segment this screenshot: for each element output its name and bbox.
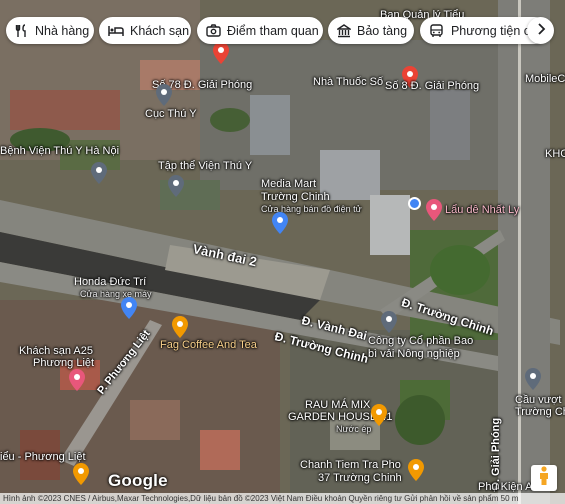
place-label: Tập thể Viện Thú Y — [158, 160, 253, 172]
pegman-icon — [538, 465, 550, 491]
place-label: Khách sạn A25 — [19, 345, 94, 357]
place-pin-blue-icon[interactable] — [272, 212, 288, 234]
place-pin-pink-icon[interactable] — [426, 199, 442, 221]
place-pin-orange-icon[interactable] — [408, 459, 424, 481]
map-attribution: Hình ảnh ©2023 CNES / Airbus,Maxar Techn… — [0, 493, 565, 504]
place-label: Fag Coffee And Tea — [160, 339, 257, 351]
place-label: MobileCity — [525, 73, 565, 85]
place-label: Số 8 Đ. Giải Phóng — [385, 80, 480, 92]
satellite-map[interactable]: Vành đai 2 Đ. Trường Chinh Đ. Vành Đai Đ… — [0, 0, 565, 504]
location-dot — [408, 197, 421, 210]
chip-label: Khách sạn — [130, 23, 190, 38]
google-logo: Google — [108, 471, 168, 490]
place-label: Chanh Tiem Tra Pho — [300, 459, 401, 471]
chip-hotels[interactable]: Khách sạn — [99, 17, 191, 44]
place-pin-blue-icon[interactable] — [121, 297, 137, 319]
place-label: Phụ Kiện A — [478, 481, 533, 493]
place-label: Lẩu dê Nhất Ly — [445, 204, 520, 216]
place-pin-red-icon[interactable] — [213, 42, 229, 64]
camera-icon — [206, 23, 221, 39]
chip-restaurants[interactable]: Nhà hàng — [6, 17, 94, 44]
place-sublabel: Cửa hàng xe máy — [80, 289, 152, 299]
place-pin-gray-icon[interactable] — [168, 175, 184, 197]
place-pin-pink-icon[interactable] — [69, 369, 85, 391]
place-label: Phương Liệt — [33, 357, 95, 369]
chip-attractions[interactable]: Điểm tham quan — [197, 17, 323, 44]
place-label: Media Mart — [261, 178, 317, 190]
satellite-imagery — [0, 0, 565, 504]
place-label: Cục Thú Y — [145, 108, 197, 120]
road-label-giai-phong: Đ. Giải Phóng — [490, 417, 502, 490]
chevron-right-icon — [536, 22, 546, 40]
place-pin-gray-icon[interactable] — [156, 84, 172, 106]
chip-label: Bảo tàng — [357, 23, 408, 38]
place-label: Trường Ch — [515, 406, 565, 418]
place-label: Cầu vượt — [515, 394, 562, 406]
place-label: Honda Đức Trí — [74, 276, 147, 288]
place-sublabel: Nước ép — [336, 424, 372, 434]
more-categories-button[interactable] — [527, 17, 554, 44]
place-pin-gray-icon[interactable] — [525, 368, 541, 390]
place-label: Nhà Thuốc Số — [313, 76, 384, 88]
chip-label: Điểm tham quan — [227, 23, 319, 38]
place-label: Trường Chinh — [261, 191, 330, 203]
place-label: bì vải Nông nghiệp — [368, 348, 460, 360]
place-pin-orange-icon[interactable] — [371, 404, 387, 426]
place-label: iểu - Phương Liệt — [0, 451, 86, 463]
place-pin-orange-icon[interactable] — [73, 463, 89, 485]
place-label: Bệnh Viện Thú Y Hà Nội — [0, 145, 120, 157]
bed-icon — [108, 23, 124, 39]
fork-knife-icon — [15, 23, 29, 39]
place-pin-gray-icon[interactable] — [381, 311, 397, 333]
place-pin-orange-icon[interactable] — [172, 316, 188, 338]
chip-label: Nhà hàng — [35, 23, 90, 38]
place-pin-gray-icon[interactable] — [91, 162, 107, 184]
museum-icon — [337, 23, 351, 39]
place-label: RAU MÁ MIX — [305, 399, 371, 411]
chip-label: Phương tiện cô — [450, 23, 537, 38]
bus-icon — [429, 23, 445, 39]
chip-museums[interactable]: Bảo tàng — [328, 17, 414, 44]
place-label: 37 Trường Chinh — [318, 472, 402, 484]
place-label: KHC — [545, 148, 565, 160]
place-label: Công ty Cổ phần Bao — [368, 335, 474, 347]
pegman-button[interactable] — [531, 465, 557, 491]
